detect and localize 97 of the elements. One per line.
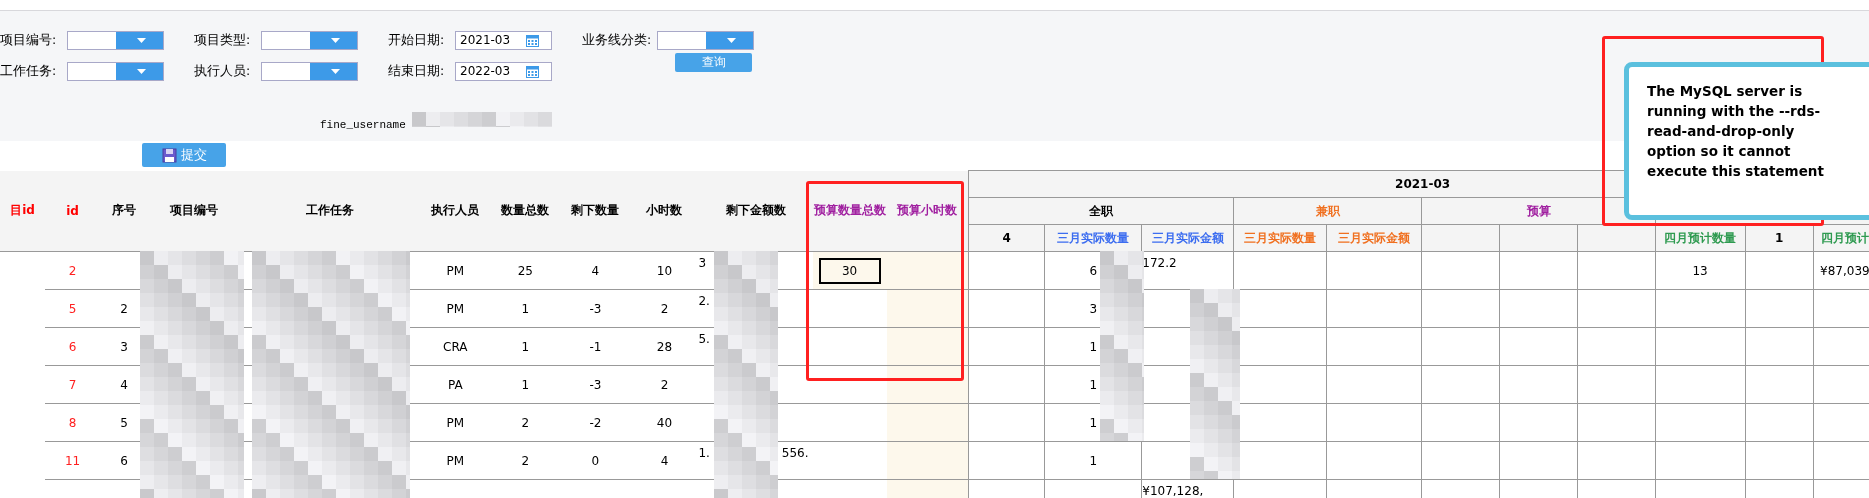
table-cell: 1 [1089,453,1098,468]
column-header: 三月实际数量 [1057,230,1130,245]
column-header: 项目编号 [170,203,219,218]
table-cell: PM [446,301,465,316]
column-header: 数量总数 [501,203,550,218]
table-cell: -2 [589,415,602,430]
select-field[interactable] [67,62,164,81]
filter-label: 业务线分类: [582,32,653,49]
select-field[interactable] [67,31,164,50]
column-header: 目id [10,203,35,218]
table-cell: 172.2 [1142,256,1177,270]
filter-label: 执行人员: [194,63,252,80]
table-cell: 13 [1692,263,1708,278]
table-cell: 2 [120,301,128,316]
column-header: 小时数 [646,203,683,218]
table-cell: 1 [1089,415,1098,430]
group-header: 兼职 [1315,203,1340,218]
column-header: id [66,203,79,218]
table-cell: 8 [68,415,77,430]
table-cell: -1 [589,339,602,354]
table-cell: 5. [698,332,710,346]
table-cell: PM [446,263,465,278]
table-cell: 1. [698,446,710,460]
column-header: 4 [1002,231,1011,245]
table-cell: 5 [68,301,77,316]
table-cell: 40 [656,415,673,430]
table-cell: ¥107,128, [1142,484,1204,498]
table-cell: 5 [120,415,128,430]
username-label: fine_username [320,119,406,131]
table-cell: 1 [521,301,530,316]
table-cell: 6 [120,453,128,468]
column-header: 三月实际数量 [1244,230,1317,245]
dropdown-icon[interactable] [309,32,357,49]
column-header: 工作任务 [306,203,355,218]
table-cell: 2 [521,415,530,430]
table-cell: 4 [591,263,600,278]
table-cell: PM [446,453,465,468]
column-header: 预算小时数 [897,203,958,218]
table-cell: 3 [120,339,128,354]
date-field[interactable]: 2022-03 [455,62,552,81]
table-cell: CRA [443,339,468,354]
table-cell: 6 [68,339,77,354]
group-header: 预算 [1526,203,1551,218]
table-cell: 25 [517,263,533,278]
column-header: 序号 [112,203,137,218]
table-cell: 2 [660,377,669,392]
filter-label: 项目编号: [0,32,58,49]
select-field[interactable] [261,31,358,50]
table-cell: 4 [120,377,128,392]
filter-label: 开始日期: [388,32,446,49]
filter-label: 工作任务: [0,63,58,80]
dropdown-icon[interactable] [705,32,753,49]
filter-label: 结束日期: [388,63,446,80]
table-cell: 2 [521,453,530,468]
table-cell: 3 [698,256,707,270]
table-cell: 7 [68,377,77,392]
dropdown-icon[interactable] [115,63,163,80]
column-header: 四月预计 [1820,230,1869,245]
table-cell: PM [446,415,465,430]
table-cell: -3 [589,377,602,392]
column-header: 三月实际金额 [1151,230,1224,245]
table-cell: 2. [698,294,710,308]
table-cell: -3 [589,301,602,316]
date-field[interactable]: 2021-03 [455,31,552,50]
column-header: 剩下金额数 [725,203,786,218]
error-message: The MySQL server is running with the --rds-read-and-drop-only option so it cannot execute this statement [1647,82,1825,181]
column-header: 三月实际金额 [1338,230,1411,245]
table-cell: 1 [521,339,530,354]
column-header: 剩下数量 [571,203,620,218]
table-cell: PA [447,377,463,392]
table-cell: 10 [656,263,673,278]
column-header: 1 [1775,231,1784,245]
select-field[interactable] [261,62,358,81]
table-cell: 2 [660,301,669,316]
table-cell: 11 [64,453,81,468]
table-cell: 6 [1089,263,1098,278]
select-field[interactable] [657,31,754,50]
table-cell: 4 [660,453,669,468]
table-cell: 2 [68,263,77,278]
column-header: 预算数量总数 [813,203,886,218]
dropdown-icon[interactable] [115,32,163,49]
table-cell: 0 [591,453,600,468]
column-header: 执行人员 [431,203,480,218]
table-cell: ¥87,039 [1820,263,1869,278]
table-cell: 28 [656,339,673,354]
table-cell: 30 [841,263,858,278]
table-cell: 3 [1089,301,1098,316]
table-cell: 1 [521,377,530,392]
column-header: 四月预计数量 [1664,230,1737,245]
table-cell: 1 [1089,339,1098,354]
group-header: 2021-03 [1395,177,1451,191]
dropdown-icon[interactable] [309,63,357,80]
table-cell: 1 [1089,377,1098,392]
group-header: 全职 [1089,203,1114,218]
table-cell: 556. [781,446,809,460]
filter-label: 项目类型: [194,32,252,49]
save-icon [161,147,177,163]
